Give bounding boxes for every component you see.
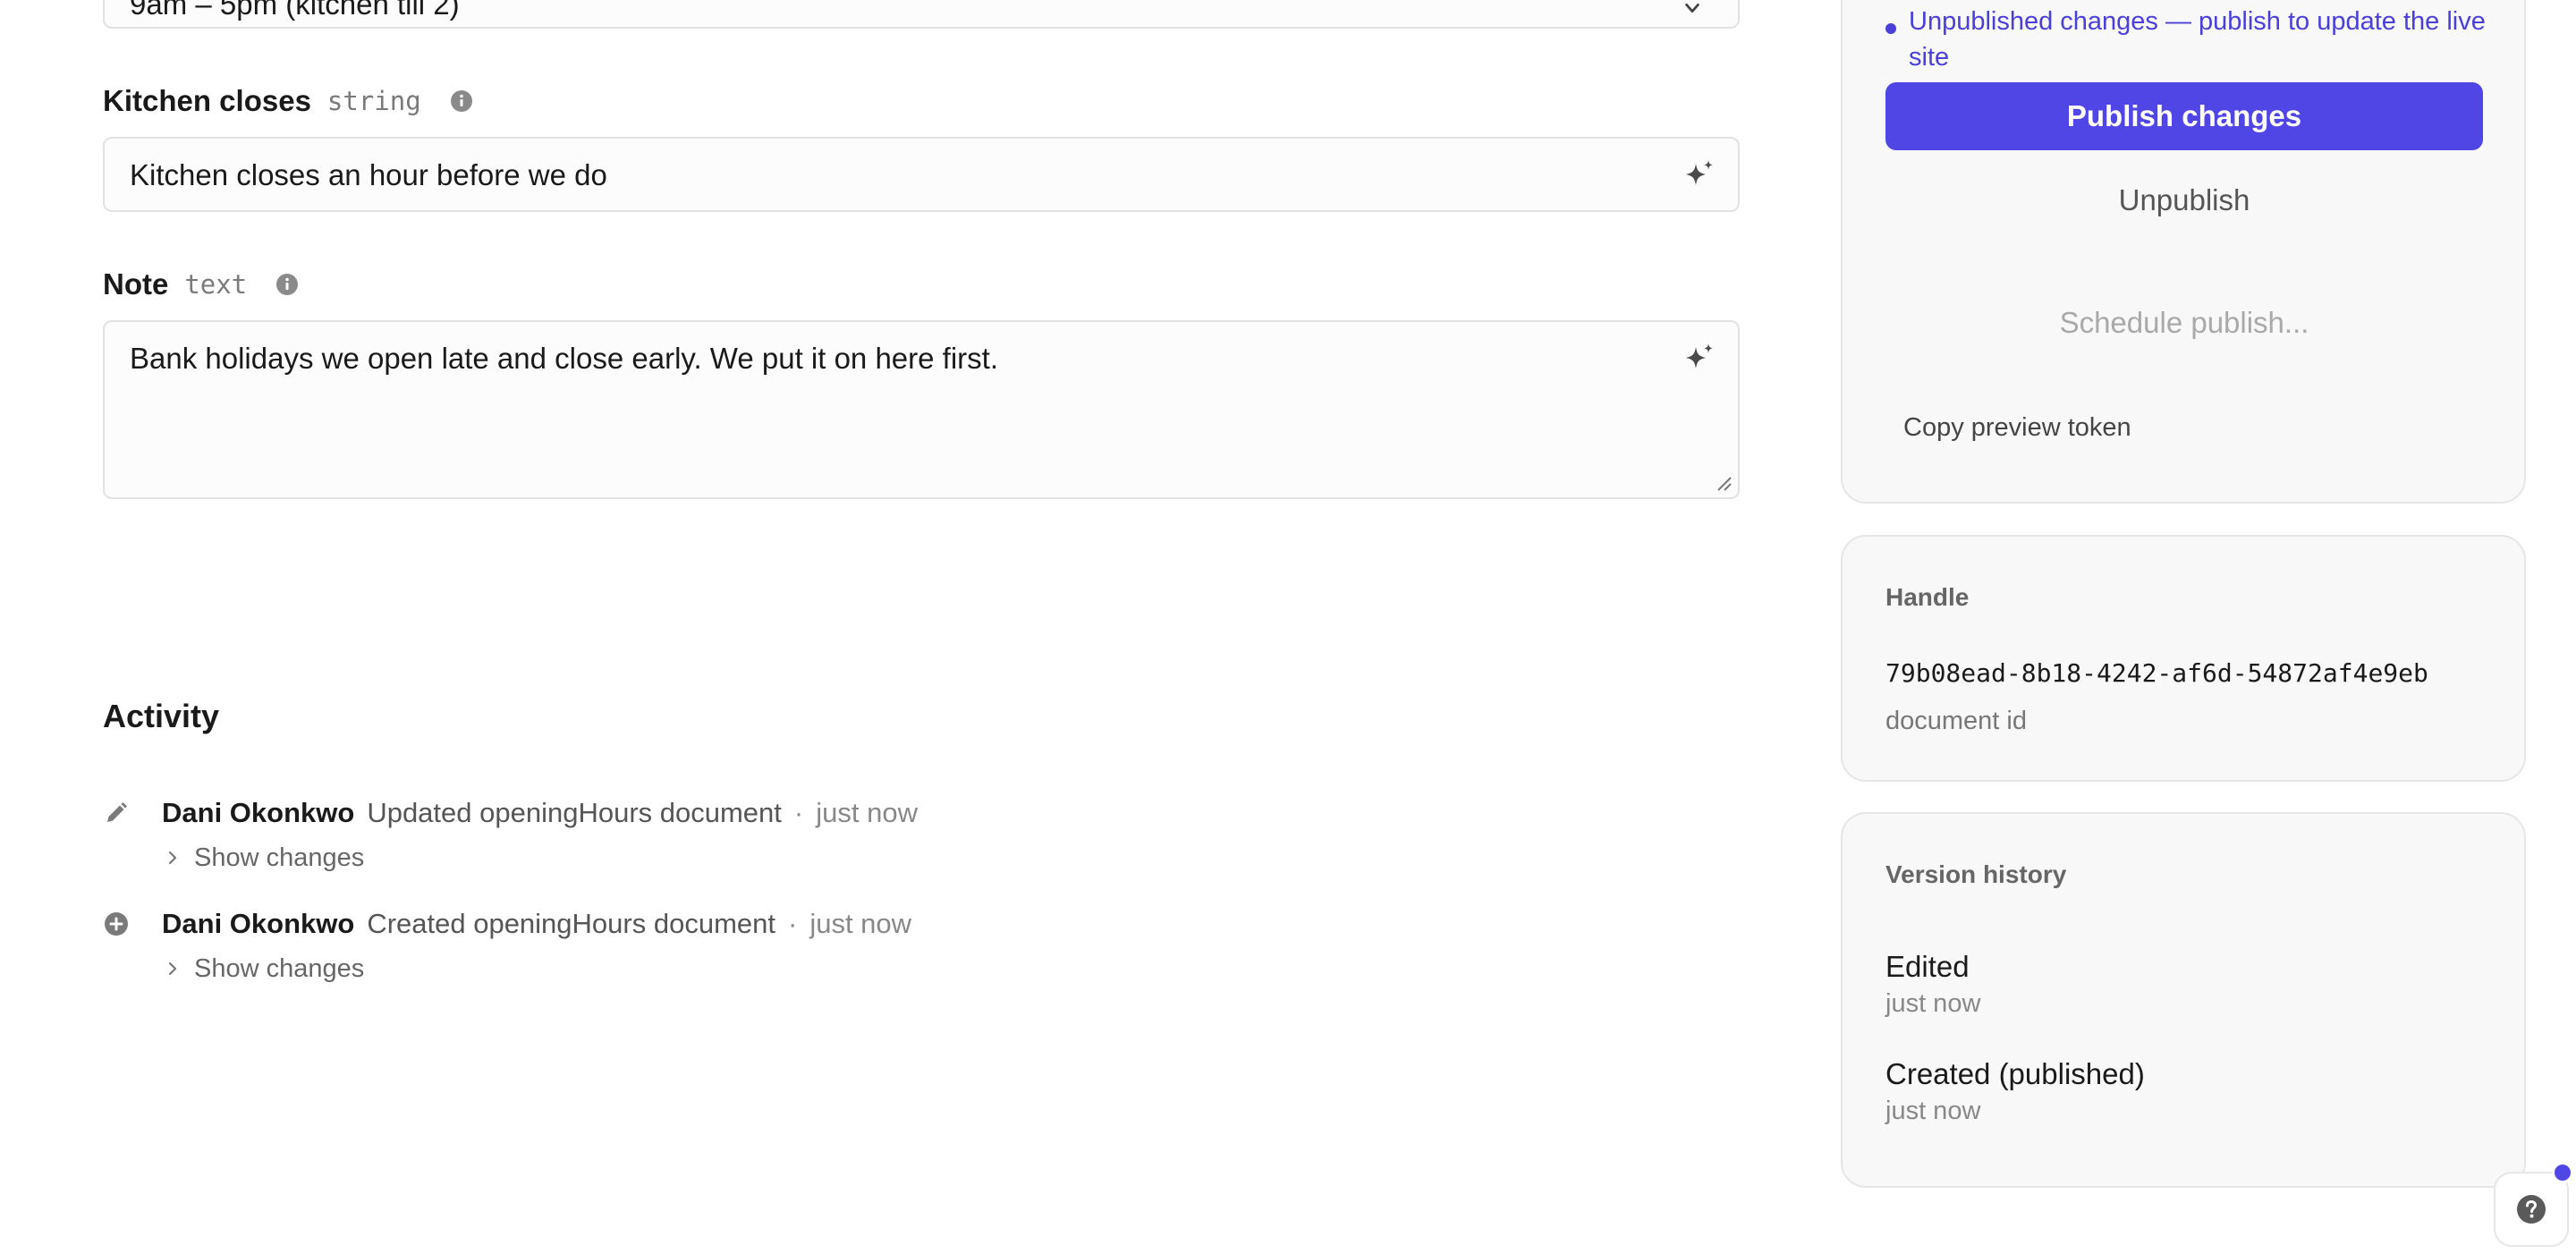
chevron-right-icon (168, 851, 177, 865)
note-label: Note text (103, 267, 299, 301)
handle-card: Handle 79b08ead-8b18-4242-af6d-54872af4e… (1841, 535, 2526, 782)
version-label: Created (published) (1885, 1057, 2145, 1090)
publish-changes-button[interactable]: Publish changes (1885, 82, 2483, 150)
version-history-title: Version history (1885, 860, 2067, 888)
note-textarea[interactable]: Bank holidays we open late and close ear… (103, 320, 1740, 499)
kitchen-closes-value: Kitchen closes an hour before we do (130, 158, 607, 191)
notification-dot (2552, 1162, 2573, 1183)
sparkle-icon[interactable] (1681, 157, 1718, 194)
status-text: Unpublished changes — publish to update … (1909, 7, 2486, 72)
field-type: string (326, 86, 421, 116)
show-changes-label: Show changes (194, 953, 365, 983)
plus-circle-icon (105, 912, 128, 936)
show-changes-toggle[interactable]: Show changes (164, 840, 1176, 876)
show-changes-toggle[interactable]: Show changes (164, 951, 1176, 987)
question-circle-icon (2517, 1195, 2546, 1224)
document-id-caption: document id (1885, 707, 2027, 735)
help-button[interactable] (2494, 1172, 2569, 1247)
opening-hours-select[interactable]: 9am – 5pm (kitchen till 2) (103, 0, 1740, 29)
separator: · (793, 797, 804, 828)
sparkle-icon[interactable] (1681, 340, 1718, 377)
chevron-right-icon (168, 962, 177, 976)
activity-actor: Dani Okonkwo (162, 908, 355, 939)
kitchen-closes-label: Kitchen closes string (103, 84, 473, 118)
activity-item: Dani Okonkwo Created openingHours docume… (103, 906, 1176, 987)
separator: · (788, 908, 798, 939)
activity-item: Dani Okonkwo Updated openingHours docume… (103, 795, 1176, 876)
info-icon[interactable] (450, 89, 473, 113)
status-dot (1885, 23, 1896, 34)
field-name: Note (103, 267, 169, 301)
activity-title: Activity (103, 698, 220, 734)
opening-hours-value: 9am – 5pm (kitchen till 2) (130, 0, 460, 21)
info-icon[interactable] (275, 273, 299, 296)
field-name: Kitchen closes (103, 84, 311, 117)
activity-action: Created openingHours document (367, 908, 775, 939)
page: 9am – 5pm (kitchen till 2) Kitchen close… (0, 0, 2576, 1254)
note-value: Bank holidays we open late and close ear… (130, 342, 998, 375)
show-changes-label: Show changes (194, 843, 365, 872)
activity-action: Updated openingHours document (367, 797, 782, 828)
version-entry[interactable]: Edited just now (1885, 950, 1980, 1019)
activity-time: just now (809, 908, 912, 939)
schedule-publish-button[interactable]: Schedule publish... (1885, 289, 2483, 357)
pencil-icon (107, 802, 127, 822)
unpublish-button[interactable]: Unpublish (1885, 166, 2483, 234)
chevron-down-icon (1685, 3, 1699, 13)
activity-actor: Dani Okonkwo (162, 797, 355, 828)
kitchen-closes-input[interactable]: Kitchen closes an hour before we do (103, 137, 1740, 212)
activity-time: just now (816, 797, 918, 828)
handle-title: Handle (1885, 583, 1970, 611)
resize-handle-icon[interactable] (1713, 472, 1733, 492)
copy-preview-token-button[interactable]: Copy preview token (1903, 413, 2131, 443)
field-type: text (184, 269, 248, 300)
version-label: Edited (1885, 950, 1970, 983)
version-entry[interactable]: Created (published) just now (1885, 1057, 2145, 1126)
version-time: just now (1885, 1097, 1981, 1125)
version-history-card: Version history Edited just now Created … (1841, 812, 2526, 1188)
publish-card: Unpublished changes — publish to update … (1841, 0, 2526, 504)
unpublished-status: Unpublished changes — publish to update … (1885, 4, 2494, 75)
document-id: 79b08ead-8b18-4242-af6d-54872af4e9eb (1885, 658, 2428, 688)
version-time: just now (1885, 989, 1981, 1018)
